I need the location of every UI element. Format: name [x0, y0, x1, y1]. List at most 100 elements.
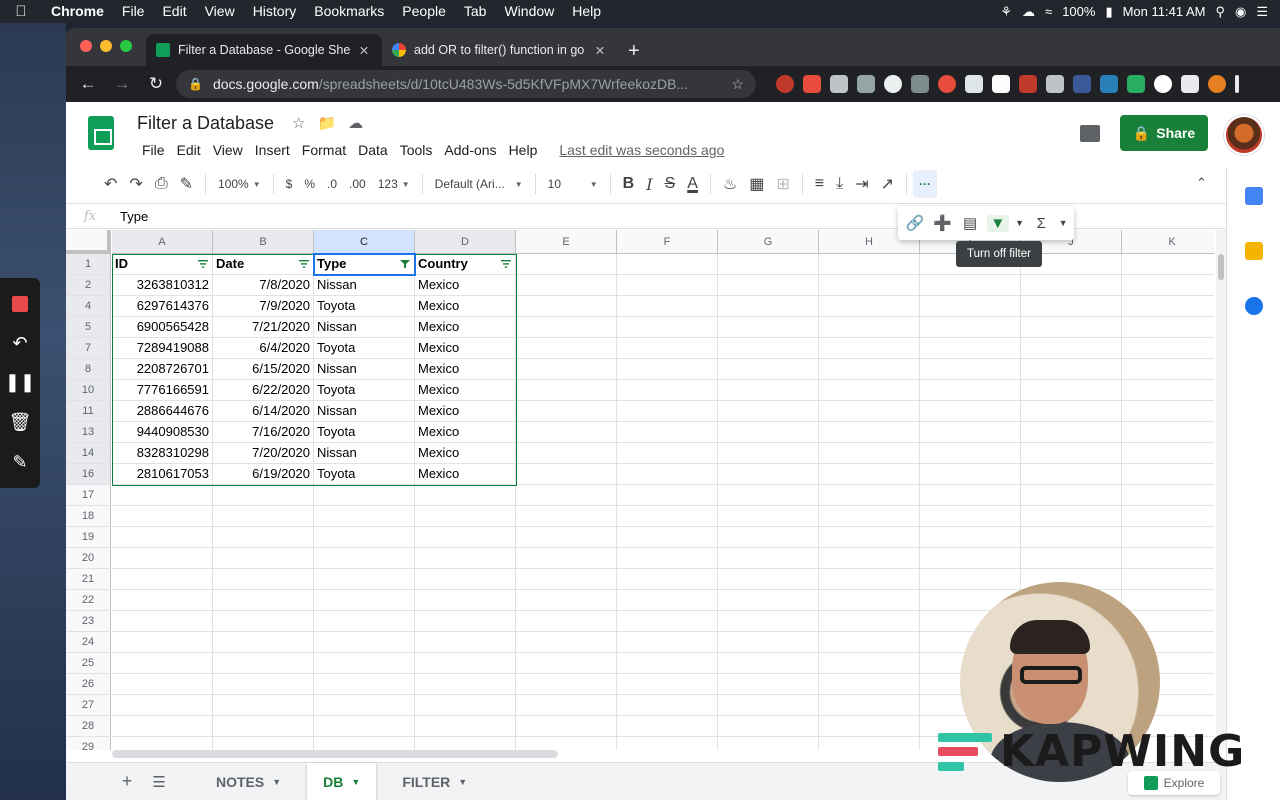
extension-icon[interactable]	[884, 75, 902, 93]
empty-cell[interactable]	[617, 464, 718, 485]
column-header-e[interactable]: E	[516, 230, 617, 254]
row-header[interactable]: 22	[66, 590, 111, 611]
menu-addons[interactable]: Add-ons	[438, 142, 502, 158]
all-sheets-button[interactable]: ☰	[148, 773, 170, 791]
row-header[interactable]: 2	[66, 275, 111, 296]
extension-icon[interactable]	[1019, 75, 1037, 93]
empty-cell[interactable]	[617, 674, 718, 695]
empty-cell[interactable]	[718, 485, 819, 506]
cell-country[interactable]: Mexico	[415, 422, 516, 443]
cell-id[interactable]: 2810617053	[112, 464, 213, 485]
empty-cell[interactable]	[617, 338, 718, 359]
cell-country[interactable]: Mexico	[415, 296, 516, 317]
empty-cell[interactable]	[314, 653, 415, 674]
empty-cell[interactable]	[516, 338, 617, 359]
empty-cell[interactable]	[617, 611, 718, 632]
draw-button[interactable]: ✎	[7, 449, 33, 475]
empty-cell[interactable]	[1021, 275, 1122, 296]
select-all-corner[interactable]	[66, 230, 111, 254]
row-header[interactable]: 5	[66, 317, 111, 338]
empty-cell[interactable]	[112, 716, 213, 737]
column-header-k[interactable]: K	[1122, 230, 1214, 254]
row-header[interactable]: 14	[66, 443, 111, 464]
menubar-app-name[interactable]: Chrome	[42, 0, 113, 23]
cell-date[interactable]: 7/20/2020	[213, 443, 314, 464]
stop-recording-button[interactable]	[7, 291, 33, 317]
browser-tab-sheets[interactable]: Filter a Database - Google She ✕	[146, 34, 382, 66]
empty-cell[interactable]	[819, 254, 920, 275]
menu-help[interactable]: Help	[503, 142, 544, 158]
horizontal-align-icon[interactable]: ≡	[809, 170, 830, 198]
empty-cell[interactable]	[617, 317, 718, 338]
cell-id[interactable]: 3263810312	[112, 275, 213, 296]
empty-cell[interactable]	[213, 695, 314, 716]
empty-cell[interactable]	[314, 695, 415, 716]
cell-id[interactable]: 9440908530	[112, 422, 213, 443]
empty-cell[interactable]	[516, 464, 617, 485]
formula-input[interactable]: Type	[114, 209, 148, 224]
empty-cell[interactable]	[617, 737, 718, 750]
cloud-icon[interactable]: ☁	[1022, 4, 1035, 20]
empty-cell[interactable]	[112, 695, 213, 716]
empty-cell[interactable]	[920, 338, 1021, 359]
empty-cell[interactable]	[112, 590, 213, 611]
empty-cell[interactable]	[1021, 506, 1122, 527]
cell-date[interactable]: 6/4/2020	[213, 338, 314, 359]
collapse-menus-icon[interactable]: ⌃	[1196, 175, 1207, 191]
empty-cell[interactable]	[516, 359, 617, 380]
menu-view[interactable]: View	[207, 142, 249, 158]
empty-cell[interactable]	[516, 632, 617, 653]
wifi-icon[interactable]: ≈	[1045, 4, 1052, 19]
empty-cell[interactable]	[1021, 296, 1122, 317]
empty-cell[interactable]	[718, 569, 819, 590]
empty-cell[interactable]	[718, 380, 819, 401]
empty-cell[interactable]	[617, 548, 718, 569]
empty-cell[interactable]	[314, 632, 415, 653]
cell-type[interactable]: Nissan	[314, 275, 415, 296]
cell-type[interactable]: Nissan	[314, 401, 415, 422]
empty-cell[interactable]	[617, 590, 718, 611]
cell-country[interactable]: Mexico	[415, 338, 516, 359]
empty-cell[interactable]	[1122, 443, 1214, 464]
empty-cell[interactable]	[415, 632, 516, 653]
cell-type[interactable]: Toyota	[314, 338, 415, 359]
menubar-item-view[interactable]: View	[196, 0, 244, 23]
empty-cell[interactable]	[415, 590, 516, 611]
empty-cell[interactable]	[819, 275, 920, 296]
empty-cell[interactable]	[920, 422, 1021, 443]
cell-country[interactable]: Mexico	[415, 401, 516, 422]
sheet-tab-db[interactable]: DB ▼	[307, 762, 377, 800]
empty-cell[interactable]	[819, 737, 920, 750]
empty-cell[interactable]	[1122, 338, 1214, 359]
empty-cell[interactable]	[516, 317, 617, 338]
empty-cell[interactable]	[112, 653, 213, 674]
empty-cell[interactable]	[819, 485, 920, 506]
empty-cell[interactable]	[516, 611, 617, 632]
empty-cell[interactable]	[112, 611, 213, 632]
empty-cell[interactable]	[819, 506, 920, 527]
paint-format-icon[interactable]: ✎	[174, 170, 199, 198]
cell-country[interactable]: Mexico	[415, 359, 516, 380]
empty-cell[interactable]	[516, 380, 617, 401]
empty-cell[interactable]	[819, 401, 920, 422]
percent-format-button[interactable]: %	[298, 170, 321, 198]
empty-cell[interactable]	[415, 737, 516, 750]
font-select[interactable]: Default (Ari... ▼	[429, 170, 529, 198]
empty-cell[interactable]	[718, 737, 819, 750]
empty-cell[interactable]	[1122, 380, 1214, 401]
empty-cell[interactable]	[718, 296, 819, 317]
menubar-item-window[interactable]: Window	[495, 0, 563, 23]
row-header[interactable]: 8	[66, 359, 111, 380]
row-header[interactable]: 23	[66, 611, 111, 632]
empty-cell[interactable]	[415, 674, 516, 695]
empty-cell[interactable]	[718, 443, 819, 464]
cell-id[interactable]: 7289419088	[112, 338, 213, 359]
cell-date[interactable]: 6/14/2020	[213, 401, 314, 422]
empty-cell[interactable]	[920, 275, 1021, 296]
empty-cell[interactable]	[213, 527, 314, 548]
empty-cell[interactable]	[1021, 485, 1122, 506]
extension-icon[interactable]	[803, 75, 821, 93]
empty-cell[interactable]	[718, 275, 819, 296]
empty-cell[interactable]	[819, 548, 920, 569]
column-header-f[interactable]: F	[617, 230, 718, 254]
